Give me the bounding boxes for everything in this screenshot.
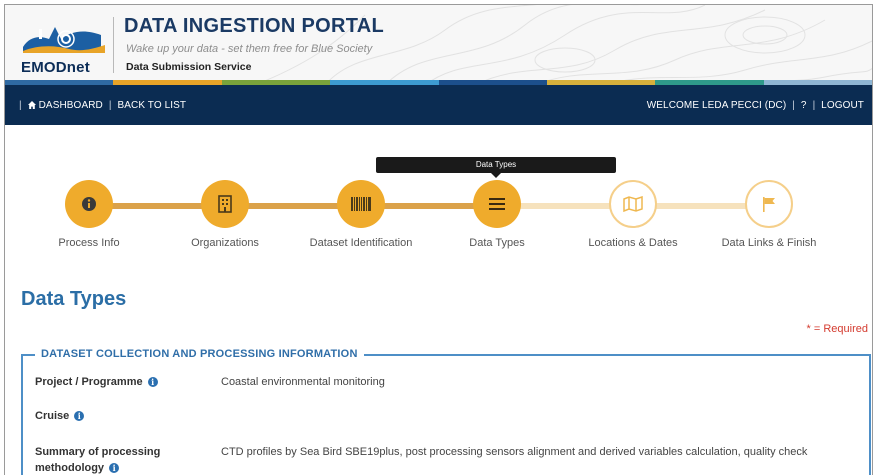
nav-separator: | <box>19 99 22 111</box>
processing-summary-value[interactable]: CTD profiles by Sea Bird SBE19plus, post… <box>221 444 851 460</box>
nav-separator: | <box>812 99 816 111</box>
field-label-text: Cruise <box>35 410 70 422</box>
dataset-collection-section: DATASET COLLECTION AND PROCESSING INFORM… <box>21 348 871 475</box>
header-color-bar <box>5 80 872 85</box>
step-label: Data Links & Finish <box>721 237 817 249</box>
field-label: Summary of processing methodology i <box>35 444 205 475</box>
field-label-text: Summary of processing <box>35 446 161 458</box>
step-locations-dates[interactable] <box>609 180 657 228</box>
project-programme-value[interactable]: Coastal environmental monitoring <box>221 374 851 390</box>
step-label: Data Types <box>469 237 525 249</box>
site-header: EMODnet DATA INGESTION PORTAL Wake up yo… <box>5 5 872 85</box>
color-bar-segment <box>330 80 439 85</box>
section-legend: DATASET COLLECTION AND PROCESSING INFORM… <box>35 348 364 360</box>
building-icon <box>218 195 232 213</box>
help-link[interactable]: ? <box>801 100 807 111</box>
step-data-types[interactable] <box>473 180 521 228</box>
wizard-stepper: Data Types Process Info Organizations Da… <box>5 125 872 265</box>
color-bar-segment <box>113 80 222 85</box>
required-note: * = Required <box>806 323 868 335</box>
portal-service-name: Data Submission Service <box>126 61 252 73</box>
nav-dashboard-link[interactable]: DASHBOARD <box>27 99 103 111</box>
color-bar-segment <box>763 80 872 85</box>
welcome-user-text: WELCOME LEDA PECCI (DC) <box>646 99 787 111</box>
color-bar-segment <box>5 80 114 85</box>
step-label: Process Info <box>58 237 120 249</box>
field-label: Cruise i <box>35 408 205 424</box>
info-icon[interactable]: i <box>109 463 120 473</box>
color-bar-segment <box>546 80 656 85</box>
step-organizations[interactable] <box>201 180 249 228</box>
header-divider <box>113 17 114 73</box>
top-nav: | DASHBOARD | BACK TO LIST WELCOME LEDA … <box>5 85 872 125</box>
nav-right-group: WELCOME LEDA PECCI (DC) | ? | LOGOUT <box>647 100 864 111</box>
color-bar-segment <box>438 80 547 85</box>
step-process-info[interactable] <box>65 180 113 228</box>
step-dataset-identification[interactable] <box>337 180 385 228</box>
step-label: Dataset Identification <box>309 237 413 249</box>
home-icon <box>27 100 36 109</box>
nav-back-to-list-link[interactable]: BACK TO LIST <box>117 100 186 111</box>
step-tooltip: Data Types <box>376 157 616 173</box>
app-window: EMODnet DATA INGESTION PORTAL Wake up yo… <box>4 4 873 475</box>
color-bar-segment <box>655 80 764 85</box>
step-data-links-finish[interactable] <box>745 180 793 228</box>
color-bar-segment <box>221 80 331 85</box>
logout-link[interactable]: LOGOUT <box>821 100 864 111</box>
nav-separator: | <box>792 99 795 111</box>
step-label: Locations & Dates <box>588 237 678 249</box>
emodnet-logo-icon <box>23 27 105 53</box>
step-label: Organizations <box>191 237 259 249</box>
step-track-done <box>89 203 495 209</box>
portal-subtitle: Wake up your data - set them free for Bl… <box>126 43 373 55</box>
logo-text: EMODnet <box>21 59 90 76</box>
info-icon[interactable]: i <box>147 377 158 387</box>
nav-dashboard-label: DASHBOARD <box>38 99 103 111</box>
nav-separator: | <box>108 99 112 111</box>
info-icon <box>82 197 96 211</box>
field-label-text: methodology <box>35 462 105 474</box>
field-label-text: Project / Programme <box>35 376 143 388</box>
step-tooltip-arrow <box>491 173 501 178</box>
field-label: Project / Programme i <box>35 374 205 390</box>
list-icon <box>489 198 505 210</box>
map-icon <box>623 196 643 212</box>
page-title: Data Types <box>21 288 127 310</box>
portal-title: DATA INGESTION PORTAL <box>124 15 384 37</box>
barcode-icon <box>351 197 371 211</box>
info-icon[interactable]: i <box>74 411 85 421</box>
flag-icon <box>763 197 775 212</box>
